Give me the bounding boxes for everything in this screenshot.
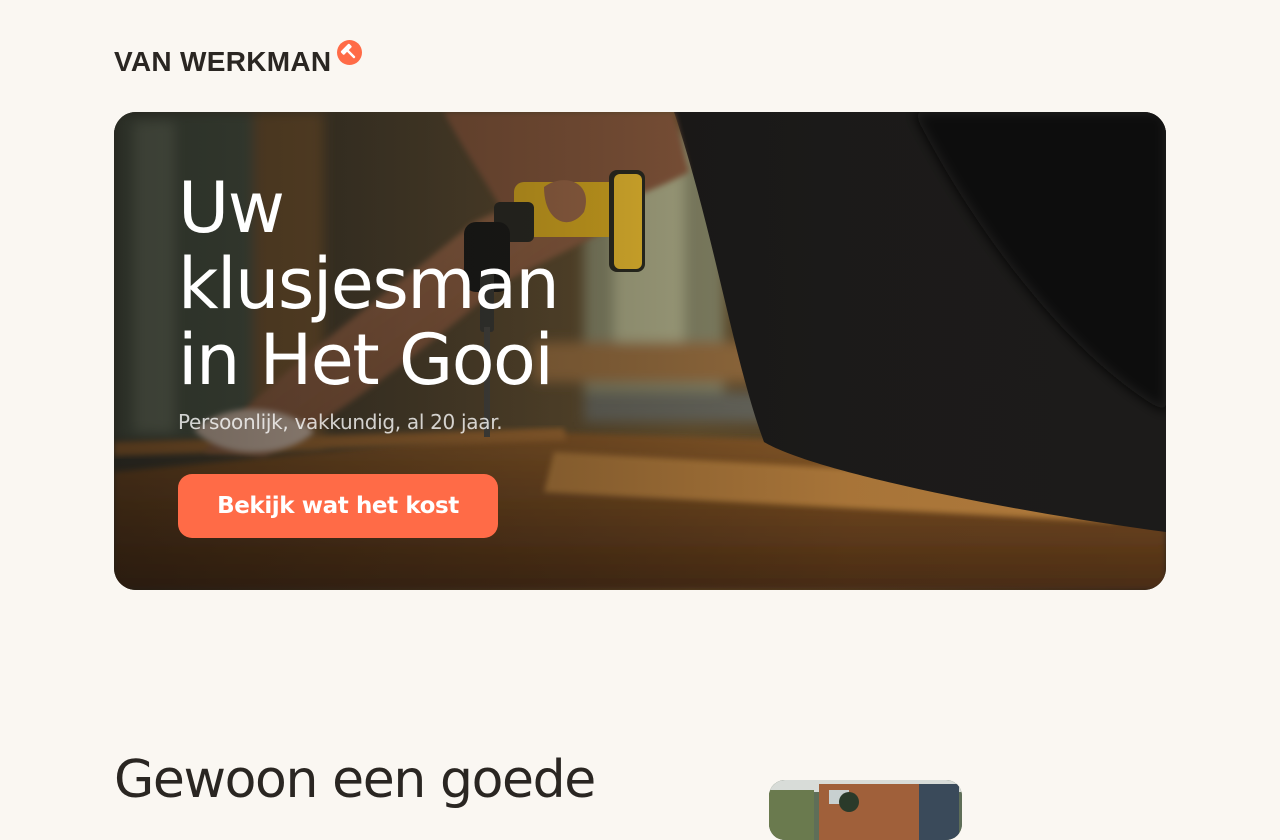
hammer-icon [337,40,363,65]
brand-name[interactable]: VAN WERKMAN [114,48,331,76]
pricing-cta-button[interactable]: Bekijk wat het kost [178,474,498,538]
hero-subtitle: Persoonlijk, vakkundig, al 20 jaar. [178,410,503,434]
intro-photo [769,780,962,840]
intro-heading: Gewoon een goede [114,750,596,810]
hero-title: Uw klusjesman in Het Gooi [178,170,638,398]
house-exterior-photo [769,780,962,840]
hero-title-line: Uw [178,167,285,249]
hero-banner: Uw klusjesman in Het Gooi Persoonlijk, v… [114,112,1166,590]
hero-title-line: in Het Gooi [178,319,554,401]
site-header: VAN WERKMAN [114,38,363,78]
hero-title-line: klusjesman [178,243,560,325]
